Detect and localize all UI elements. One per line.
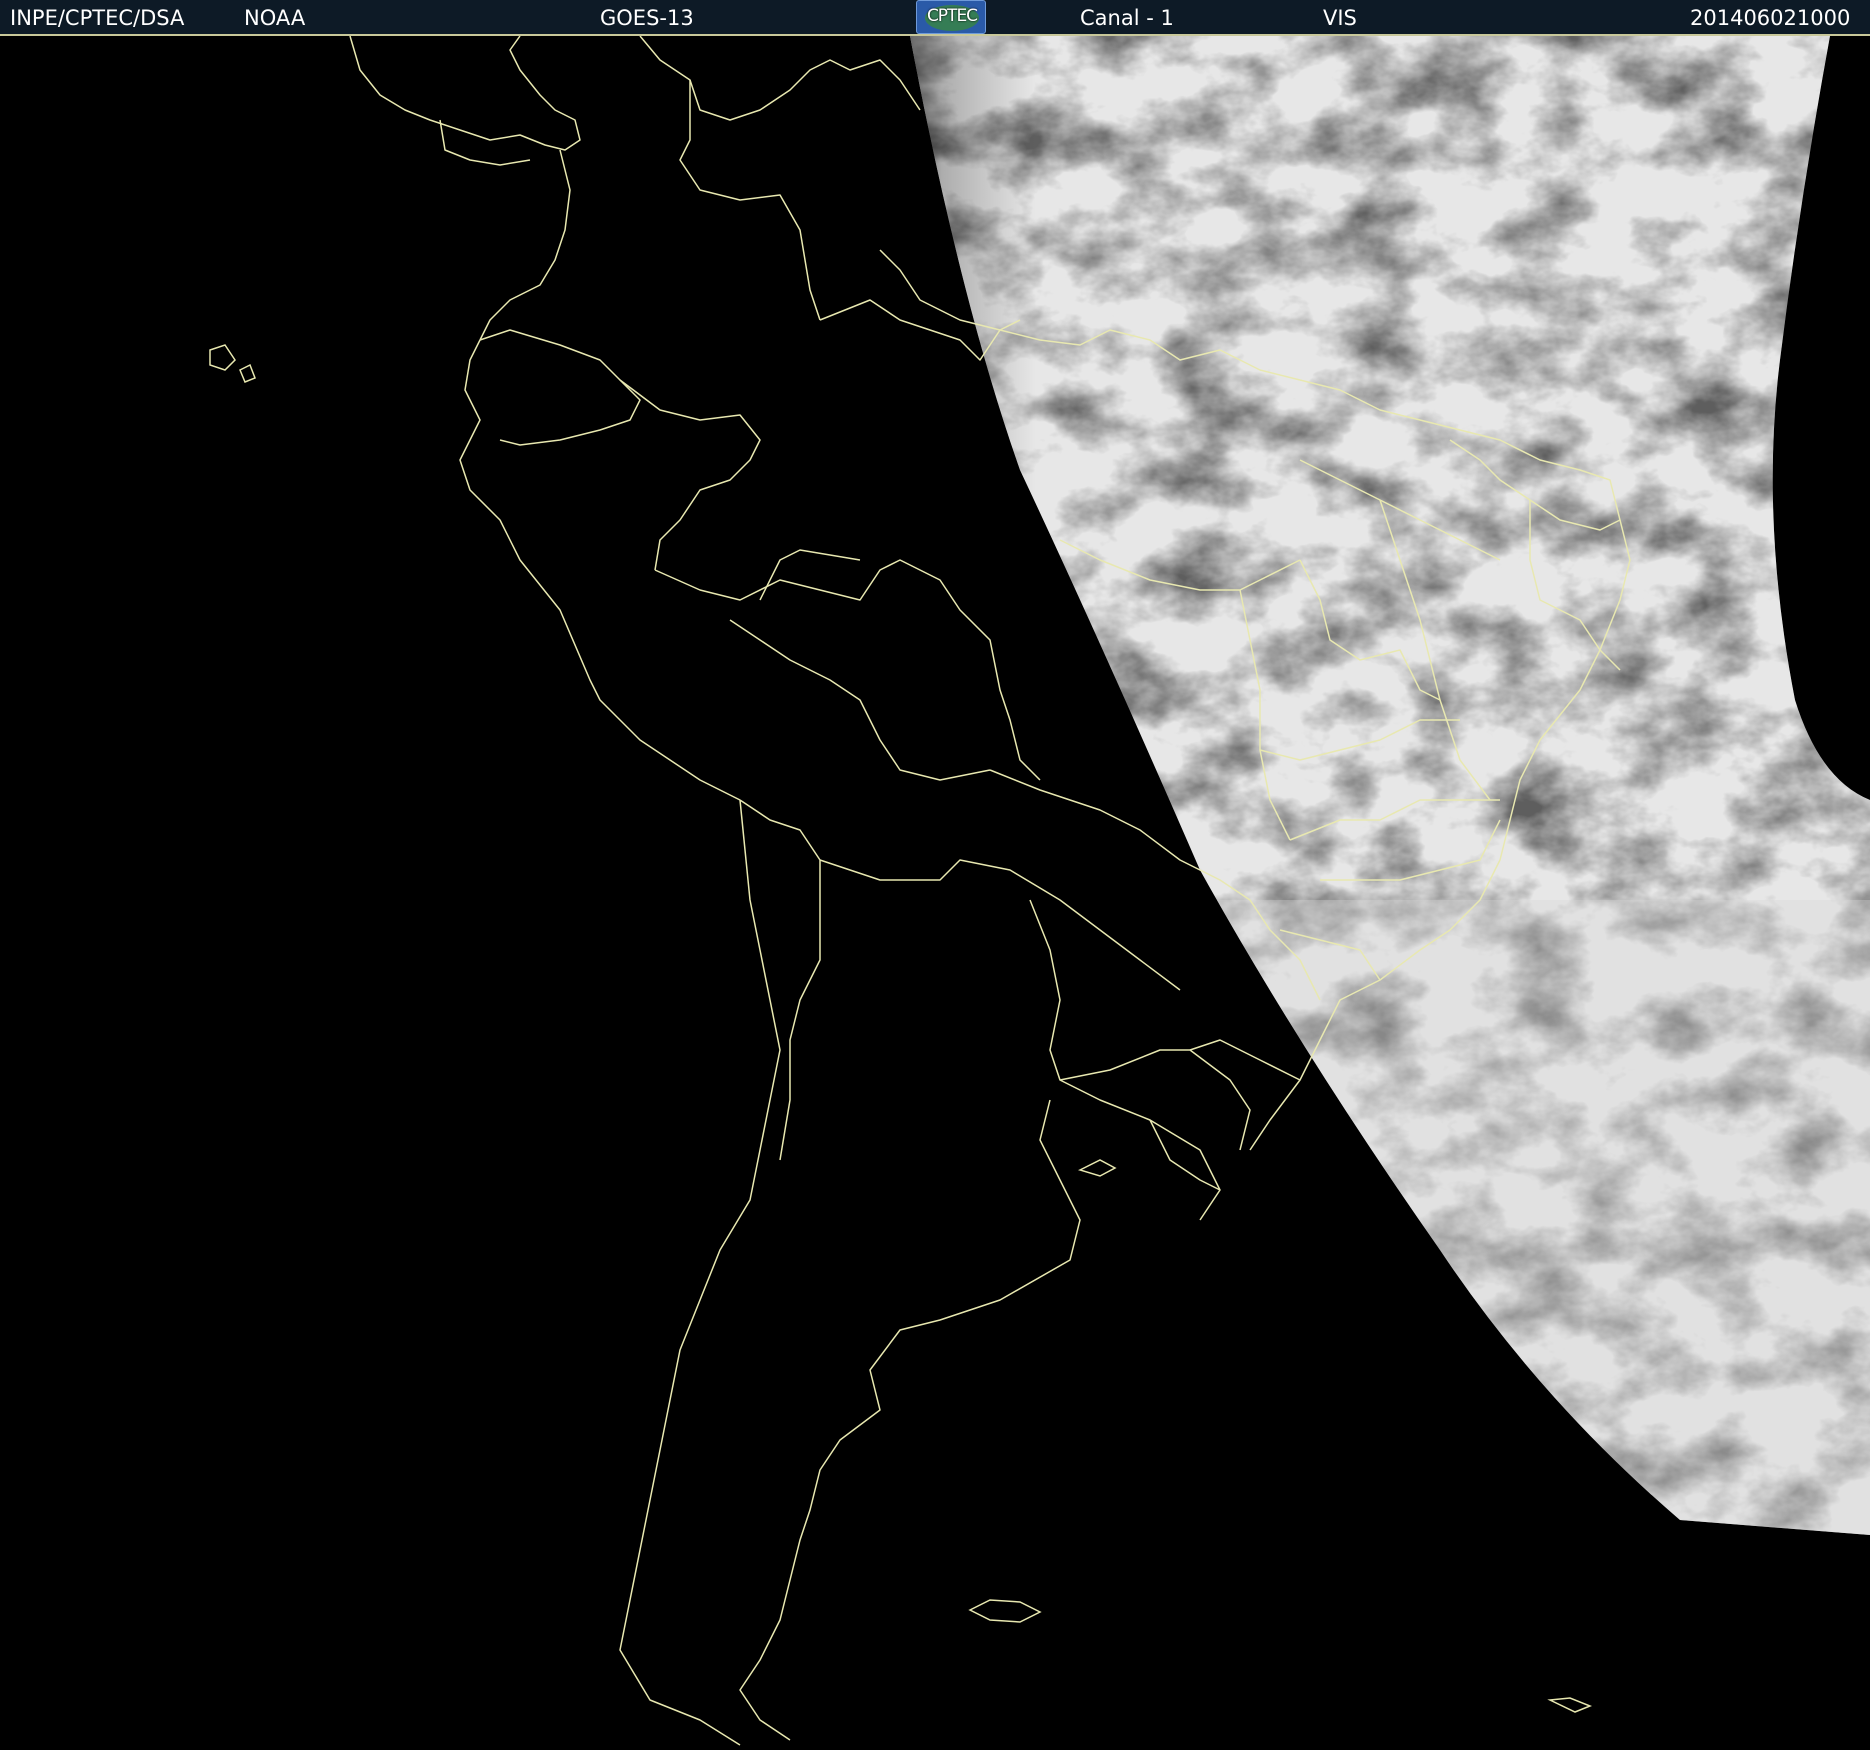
satellite-label: GOES-13 — [600, 6, 694, 30]
timestamp-label: 201406021000 — [1690, 6, 1851, 30]
logo-text: CPTEC — [926, 6, 978, 26]
source-label: NOAA — [244, 6, 306, 30]
agency-label: INPE/CPTEC/DSA — [10, 6, 185, 30]
cptec-logo-icon: CPTEC — [916, 0, 986, 34]
header-bar: INPE/CPTEC/DSA NOAA GOES-13 CPTEC Canal … — [0, 0, 1870, 36]
channel-label: Canal - 1 — [1080, 6, 1174, 30]
band-label: VIS — [1323, 6, 1357, 30]
satellite-map — [0, 36, 1870, 1750]
